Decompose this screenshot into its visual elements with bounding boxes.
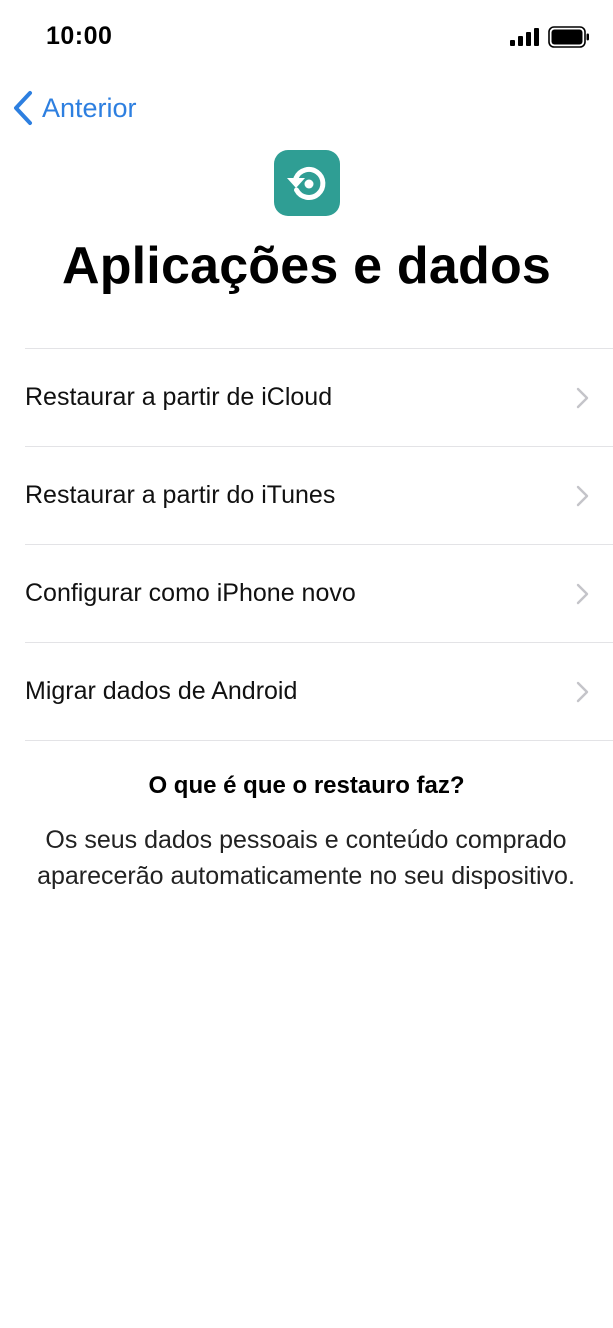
setup-screen: 10:00 Anterior Aplicações e dados Restau… (0, 0, 613, 1328)
back-button[interactable]: Anterior (12, 88, 137, 128)
chevron-right-icon (576, 583, 589, 605)
option-label: Migrar dados de Android (25, 677, 298, 705)
option-migrate-android[interactable]: Migrar dados de Android (25, 643, 613, 741)
chevron-right-icon (576, 681, 589, 703)
chevron-left-icon (14, 91, 32, 125)
option-label: Restaurar a partir do iTunes (25, 481, 336, 509)
status-bar: 10:00 (0, 0, 613, 76)
status-time: 10:00 (46, 22, 113, 50)
chevron-right-icon (576, 485, 589, 507)
option-set-up-new-iphone[interactable]: Configurar como iPhone novo (25, 545, 613, 643)
signal-bars-icon (510, 28, 539, 46)
restore-icon (287, 167, 326, 200)
chevron-right-icon (576, 387, 589, 409)
options-list: Restaurar a partir de iCloud Restaurar a… (25, 348, 613, 741)
option-restore-icloud[interactable]: Restaurar a partir de iCloud (25, 349, 613, 447)
back-label: Anterior (42, 92, 137, 123)
battery-full-icon (548, 26, 589, 48)
info-body: Os seus dados pessoais e conteúdo compra… (37, 826, 575, 890)
page-title: Aplicações e dados (61, 237, 552, 295)
option-restore-itunes[interactable]: Restaurar a partir do iTunes (25, 447, 613, 545)
restore-app-icon (274, 150, 340, 216)
info-heading: O que é que o restauro faz? (148, 772, 465, 799)
option-label: Restaurar a partir de iCloud (25, 383, 333, 411)
option-label: Configurar como iPhone novo (25, 579, 356, 607)
